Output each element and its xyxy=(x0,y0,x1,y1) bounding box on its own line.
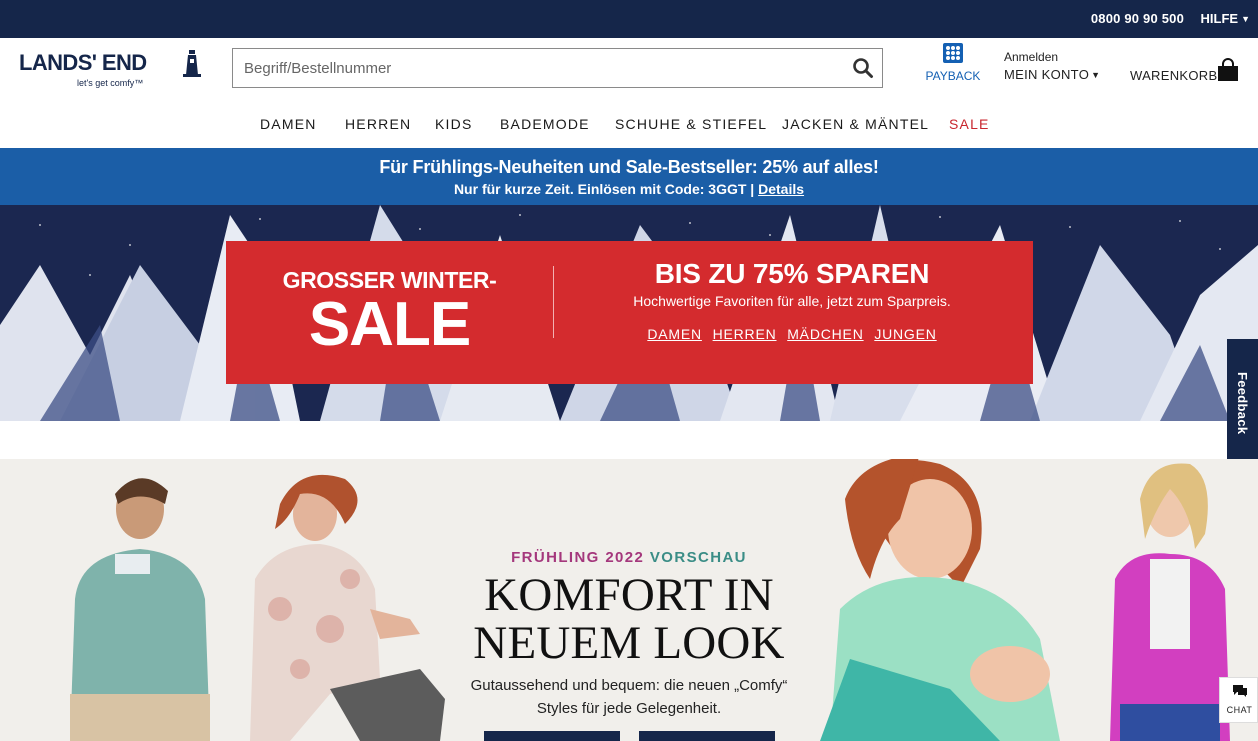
description-line-1: Gutaussehend und bequem: die neuen „Comf… xyxy=(470,677,788,694)
spring-headline: KOMFORT IN NEUEM LOOK xyxy=(440,571,818,667)
search-icon[interactable] xyxy=(852,57,874,79)
winter-sale-box: GROSSER WINTER- SALE BIS ZU 75% SPAREN H… xyxy=(226,241,1033,384)
spring-preview-hero[interactable]: FRÜHLING 2022 VORSCHAU KOMFORT IN NEUEM … xyxy=(0,459,1258,741)
feedback-label: Feedback xyxy=(1235,372,1250,435)
search-bar xyxy=(232,48,883,88)
promo-banner: Für Frühlings-Neuheiten und Sale-Bestsel… xyxy=(0,148,1258,205)
shopping-bag-icon xyxy=(1218,58,1238,81)
sale-subline: Hochwertige Favoriten für alle, jetzt zu… xyxy=(633,293,951,309)
spring-cta-button-2[interactable] xyxy=(639,731,775,741)
nav-item-sale[interactable]: SALE xyxy=(949,116,990,132)
promo-headline: Für Frühlings-Neuheiten und Sale-Bestsel… xyxy=(379,157,879,177)
chat-widget[interactable]: CHAT xyxy=(1219,677,1258,723)
my-account-label: MEIN KONTO ▼ xyxy=(1004,67,1114,82)
logo-wordmark: LANDS' END xyxy=(19,50,147,75)
sale-link-maedchen[interactable]: MÄDCHEN xyxy=(787,326,863,342)
spring-cta-button-1[interactable] xyxy=(484,731,620,741)
sale-title-big: SALE xyxy=(308,290,471,359)
sale-divider xyxy=(553,266,554,338)
nav-item-schuhe-stiefel[interactable]: SCHUHE & STIEFEL xyxy=(615,116,767,132)
description-line-2: Styles für jede Gelegenheit. xyxy=(536,700,722,717)
chat-bubble-icon xyxy=(1233,685,1247,697)
help-label: HILFE xyxy=(1200,11,1239,26)
phone-number[interactable]: 0800 90 90 500 xyxy=(1091,11,1184,26)
promo-code-text: Nur für kurze Zeit. Einlösen mit Code: 3… xyxy=(453,181,755,197)
account-menu[interactable]: Anmelden MEIN KONTO ▼ xyxy=(1004,50,1114,86)
nav-item-herren[interactable]: HERREN xyxy=(345,116,411,132)
search-input[interactable] xyxy=(233,49,833,87)
nav-item-kids[interactable]: KIDS xyxy=(435,116,472,132)
chevron-down-icon: ▼ xyxy=(1091,70,1101,80)
site-logo[interactable]: LANDS' END let's get comfy™ xyxy=(19,48,204,90)
payback-icon xyxy=(943,43,963,63)
chevron-down-icon: ▼ xyxy=(1241,14,1250,24)
site-header: LANDS' END let's get comfy™ PAYBACK Anme… xyxy=(0,38,1258,148)
sale-link-jungen[interactable]: JUNGEN xyxy=(874,326,936,342)
nav-item-jacken-maentel[interactable]: JACKEN & MÄNTEL xyxy=(782,116,929,132)
sale-headline: BIS ZU 75% SPAREN xyxy=(654,258,930,289)
payback-link[interactable]: PAYBACK xyxy=(925,43,981,85)
sale-links: DAMEN HERREN MÄDCHEN JUNGEN xyxy=(556,326,1028,342)
spring-eyebrow: FRÜHLING 2022 VORSCHAU xyxy=(440,549,818,566)
promo-details-link[interactable]: Details xyxy=(758,181,804,197)
feedback-tab[interactable]: Feedback xyxy=(1227,339,1258,464)
payback-label: PAYBACK xyxy=(925,69,981,83)
headline-line-2: NEUEM LOOK xyxy=(473,617,785,669)
nav-item-bademode[interactable]: BADEMODE xyxy=(500,116,590,132)
my-account-text: MEIN KONTO xyxy=(1004,67,1090,82)
headline-line-1: KOMFORT IN xyxy=(484,569,774,621)
winter-sale-hero[interactable]: GROSSER WINTER- SALE BIS ZU 75% SPAREN H… xyxy=(0,205,1258,421)
cart-link[interactable]: WARENKORB xyxy=(1130,56,1245,86)
sale-link-damen[interactable]: DAMEN xyxy=(647,326,702,342)
utility-bar: 0800 90 90 500 HILFE ▼ xyxy=(0,0,1258,38)
eyebrow-preview: VORSCHAU xyxy=(649,549,747,566)
help-menu[interactable]: HILFE ▼ xyxy=(1201,11,1250,26)
cart-label: WARENKORB xyxy=(1130,68,1218,83)
sign-in-label: Anmelden xyxy=(1004,50,1059,64)
eyebrow-year: FRÜHLING 2022 xyxy=(511,549,645,566)
promo-subline: Nur für kurze Zeit. Einlösen mit Code: 3… xyxy=(0,181,1258,197)
main-nav: DAMEN HERREN KIDS BADEMODE SCHUHE & STIE… xyxy=(0,116,1258,148)
nav-item-damen[interactable]: DAMEN xyxy=(260,116,317,132)
logo-tagline: let's get comfy™ xyxy=(77,78,144,88)
sale-link-herren[interactable]: HERREN xyxy=(713,326,777,342)
spring-description: Gutaussehend und bequem: die neuen „Comf… xyxy=(440,674,818,720)
lighthouse-icon xyxy=(183,50,201,77)
chat-label: CHAT xyxy=(1226,705,1253,715)
